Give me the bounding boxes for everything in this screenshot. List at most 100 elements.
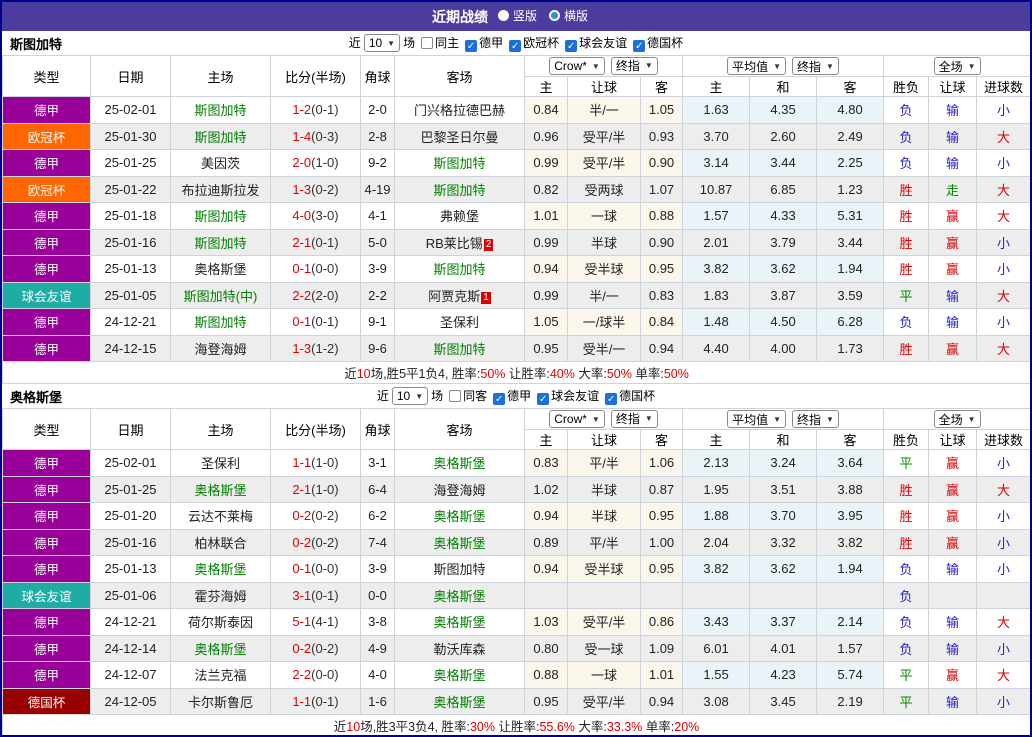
odds-away-cell: 0.95 xyxy=(639,255,684,283)
home-team-link[interactable]: 荷尔斯泰因 xyxy=(188,615,253,630)
handicap-result-cell: 赢 xyxy=(928,661,978,689)
home-team-link[interactable]: 奥格斯堡 xyxy=(194,483,246,498)
odds-source-select[interactable]: Crow* ▼ xyxy=(549,57,605,76)
league-checkbox[interactable]: ✓ xyxy=(465,40,478,52)
halftime-score: (0-2) xyxy=(311,534,339,550)
avg-win-cell: 1.95 xyxy=(682,475,751,503)
avg-source-select[interactable]: 平均值 ▼ xyxy=(727,410,787,428)
away-team-link[interactable]: 斯图加特 xyxy=(433,262,485,277)
away-team-link[interactable]: 奥格斯堡 xyxy=(433,695,485,710)
home-team-cell: 奥格斯堡 xyxy=(170,634,271,662)
home-team-link[interactable]: 斯图加特 xyxy=(194,209,246,224)
handicap-cell: 受平/半 xyxy=(567,687,641,715)
home-team-link[interactable]: 斯图加特 xyxy=(194,315,246,330)
date-cell: 25-01-16 xyxy=(90,528,171,556)
league-cell: 德甲 xyxy=(2,202,91,230)
scope-select[interactable]: 全场 ▼ xyxy=(933,57,981,75)
away-team-link[interactable]: 圣保利 xyxy=(440,315,479,330)
avg-win-cell: 3.82 xyxy=(682,255,751,283)
home-team-link[interactable]: 圣保利 xyxy=(201,456,240,471)
home-team-link[interactable]: 霍芬海姆 xyxy=(194,589,246,604)
odds-source-select[interactable]: Crow* ▼ xyxy=(549,410,605,429)
handicap-cell: 受半球 xyxy=(567,555,641,583)
home-team-link[interactable]: 奥格斯堡 xyxy=(194,262,246,277)
score-cell: 0-1(0-0) xyxy=(270,255,361,283)
select-value: Crow* xyxy=(554,59,587,74)
chevron-down-icon: ▼ xyxy=(773,414,782,424)
home-team-cell: 奥格斯堡 xyxy=(170,475,271,503)
fulltime-score: 3-1 xyxy=(292,587,312,603)
home-team-link[interactable]: 海登海姆 xyxy=(194,342,246,357)
away-team-link[interactable]: 奥格斯堡 xyxy=(433,668,485,683)
odds-final-select[interactable]: 终指 ▼ xyxy=(610,56,658,75)
handicap-result-cell: 输 xyxy=(928,687,978,715)
team-sections: 斯图加特近 10 ▼ 场同主 ✓ 德甲 ✓ 欧冠杯 ✓ 球会友谊 ✓ 德国杯 类型 日期 主场 比分(半场) 角… xyxy=(2,31,1030,735)
summary-text: 大率: xyxy=(574,367,607,381)
home-team-cell: 斯图加特 xyxy=(170,308,271,336)
same-venue-checkbox[interactable] xyxy=(449,390,462,402)
home-team-link[interactable]: 法兰克福 xyxy=(194,668,246,683)
home-team-link[interactable]: 斯图加特(中) xyxy=(184,289,258,304)
layout-radio-horizontal[interactable]: 横版 xyxy=(549,7,588,24)
away-team-link[interactable]: 海登海姆 xyxy=(433,483,485,498)
score-cell: 3-1(0-1) xyxy=(270,581,361,609)
away-team-link[interactable]: 奥格斯堡 xyxy=(433,536,485,551)
home-team-link[interactable]: 斯图加特 xyxy=(194,103,246,118)
same-venue-checkbox[interactable] xyxy=(421,37,434,49)
away-team-link[interactable]: 阿贾克斯 xyxy=(428,289,480,304)
layout-radio-vertical[interactable]: 竖版 xyxy=(497,7,537,24)
away-team-link[interactable]: 奥格斯堡 xyxy=(433,456,485,471)
away-team-cell: 勒沃库森 xyxy=(394,634,525,662)
league-checkbox[interactable]: ✓ xyxy=(493,393,506,405)
home-team-link[interactable]: 斯图加特 xyxy=(194,130,246,145)
away-team-link[interactable]: 弗赖堡 xyxy=(440,209,479,224)
avg-lose-cell: 5.31 xyxy=(816,202,885,230)
column-header: 日期 xyxy=(90,408,171,450)
avg-final-select[interactable]: 终指 ▼ xyxy=(792,57,839,75)
recent-count-select[interactable]: 10 ▼ xyxy=(391,387,429,405)
away-team-link[interactable]: 斯图加特 xyxy=(433,156,485,171)
avg-draw-cell: 3.79 xyxy=(749,228,818,256)
avg-lose-cell: 1.73 xyxy=(816,334,885,362)
home-team-link[interactable]: 奥格斯堡 xyxy=(194,642,246,657)
away-team-link[interactable]: 巴黎圣日尔曼 xyxy=(420,130,498,145)
odds-home-cell: 0.80 xyxy=(524,634,568,662)
home-team-link[interactable]: 斯图加特 xyxy=(194,236,246,251)
away-team-link[interactable]: 斯图加特 xyxy=(433,342,485,357)
home-team-link[interactable]: 布拉迪斯拉发 xyxy=(181,183,259,198)
league-label: 德国杯 xyxy=(619,389,656,403)
summary-text: 大率: xyxy=(574,720,607,734)
home-team-link[interactable]: 奥格斯堡 xyxy=(194,562,246,577)
scope-select[interactable]: 全场 ▼ xyxy=(933,410,981,428)
team-section-2: 奥格斯堡近 10 ▼ 场同客 ✓ 德甲 ✓ 球会友谊 ✓ 德国杯 类型 日期 主场 比分(半场) 角球 客场 C… xyxy=(2,384,1030,735)
avg-final-select[interactable]: 终指 ▼ xyxy=(792,410,839,428)
away-team-link[interactable]: 奥格斯堡 xyxy=(433,509,485,524)
avg-draw-cell: 4.35 xyxy=(749,96,818,124)
odds-final-select[interactable]: 终指 ▼ xyxy=(610,409,658,428)
away-team-link[interactable]: 门兴格拉德巴赫 xyxy=(414,103,505,118)
away-team-link[interactable]: 斯图加特 xyxy=(433,183,485,198)
league-checkbox[interactable]: ✓ xyxy=(509,40,522,52)
result-cell: 负 xyxy=(883,149,930,177)
away-team-link[interactable]: 奥格斯堡 xyxy=(433,615,485,630)
corner-cell: 3-9 xyxy=(360,555,395,583)
away-team-link[interactable]: 斯图加特 xyxy=(433,562,485,577)
home-team-link[interactable]: 卡尔斯鲁厄 xyxy=(188,695,253,710)
avg-draw-cell: 3.70 xyxy=(749,502,818,530)
column-header: 客场 xyxy=(394,55,525,97)
goals-result-cell: 大 xyxy=(976,334,1030,362)
home-team-link[interactable]: 美因茨 xyxy=(201,156,240,171)
home-team-link[interactable]: 云达不莱梅 xyxy=(188,509,253,524)
league-checkbox[interactable]: ✓ xyxy=(537,393,550,405)
halftime-score: (1-0) xyxy=(311,455,339,471)
league-checkbox[interactable]: ✓ xyxy=(605,393,618,405)
recent-count-select[interactable]: 10 ▼ xyxy=(363,34,401,52)
avg-source-select[interactable]: 平均值 ▼ xyxy=(727,57,787,75)
away-team-link[interactable]: 勒沃库森 xyxy=(433,642,485,657)
league-checkbox[interactable]: ✓ xyxy=(565,40,578,52)
away-team-link[interactable]: 奥格斯堡 xyxy=(433,589,485,604)
league-checkbox[interactable]: ✓ xyxy=(633,40,646,52)
column-subheader: 让球 xyxy=(928,429,978,450)
away-team-link[interactable]: RB莱比锡 xyxy=(426,236,483,251)
home-team-link[interactable]: 柏林联合 xyxy=(194,536,246,551)
